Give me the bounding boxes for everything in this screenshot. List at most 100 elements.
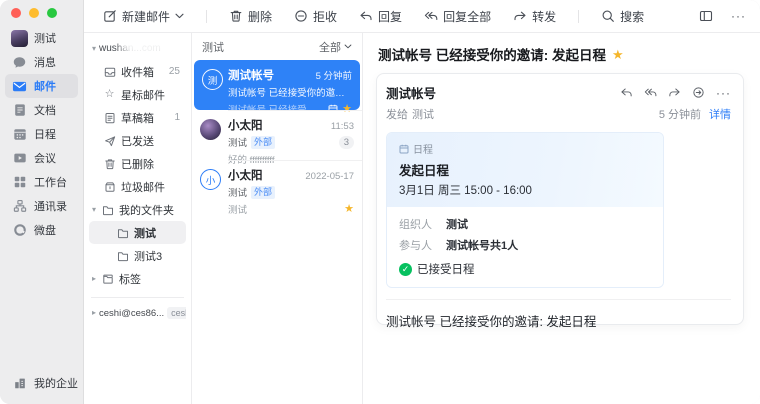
avatar — [200, 119, 221, 140]
sidebar-item-docs[interactable]: 文档 — [5, 98, 78, 122]
folder-panel: ▾ wushan...com 收件箱 25 ☆ 星标邮件 草稿箱 1 — [84, 33, 192, 404]
trash-icon — [229, 9, 243, 23]
avatar: 小 — [200, 169, 221, 190]
mail-list-item[interactable]: 小太阳 11:53 测试 外部 3 好的 ffffffffff — [192, 110, 362, 160]
star-outline-icon: ☆ — [103, 89, 116, 100]
organizer-label: 组织人 — [399, 216, 432, 232]
org-chart-icon — [11, 198, 28, 215]
account-tag-badge: ceshi — [167, 307, 186, 319]
mail-app-window: 测试 消息 邮件 文档 日程 — [0, 0, 760, 404]
mail-sender: 小太阳 — [228, 117, 263, 133]
reply-icon[interactable] — [620, 86, 633, 99]
forward-icon — [513, 9, 527, 23]
toolbar-divider — [578, 10, 579, 23]
folder-ceshi[interactable]: 测试 — [89, 221, 186, 244]
forward-icon[interactable] — [668, 86, 681, 99]
main-area: 新建邮件 删除 拒收 回复 回复全部 转发 — [84, 0, 760, 404]
grid-icon — [11, 174, 28, 191]
mail-snippet: 测试帐号 已经接受你的邀请: 发... — [228, 85, 352, 99]
to-recipient: 测试 — [412, 106, 434, 122]
toolbar-divider — [206, 10, 207, 23]
folder-deleted[interactable]: 已删除 — [89, 152, 186, 175]
reject-button[interactable]: 拒收 — [294, 8, 337, 25]
reply-button[interactable]: 回复 — [359, 8, 402, 25]
folder-junk[interactable]: 垃圾邮件 — [89, 175, 186, 198]
chevron-down-icon — [344, 44, 352, 49]
star-icon[interactable]: ★ — [344, 204, 354, 215]
reply-all-icon — [424, 9, 438, 23]
avatar: 测 — [202, 69, 223, 90]
external-account-row[interactable]: ▸ ceshi@ces86... ceshi — [89, 305, 186, 319]
event-calendar-icon — [399, 144, 409, 154]
video-camera-icon — [11, 150, 28, 167]
reply-all-icon[interactable] — [644, 86, 657, 99]
sidebar-item-calendar[interactable]: 日程 — [5, 122, 78, 146]
folder-inbox[interactable]: 收件箱 25 — [89, 60, 186, 83]
sidebar-item-drive[interactable]: 微盘 — [5, 218, 78, 242]
minimize-window-button[interactable] — [29, 8, 39, 18]
folder-labels[interactable]: ▸ 标签 — [89, 267, 186, 290]
layout-toggle-icon[interactable] — [699, 9, 713, 23]
message-sender: 测试帐号 — [386, 83, 436, 102]
document-icon — [11, 102, 28, 119]
participants-value: 测试帐号共1人 — [446, 237, 518, 253]
chevron-down-icon — [175, 13, 184, 19]
message-time: 5 分钟前 — [659, 106, 701, 122]
draft-icon — [103, 112, 116, 124]
event-status-text: 已接受日程 — [417, 261, 475, 277]
mail-time: 11:53 — [331, 121, 354, 132]
folder-my-folders[interactable]: ▾ 我的文件夹 — [89, 198, 186, 221]
detail-link[interactable]: 详情 — [709, 106, 731, 122]
external-account-address: ceshi@ces86... — [99, 308, 164, 319]
folder-drafts[interactable]: 草稿箱 1 — [89, 106, 186, 129]
delete-button[interactable]: 删除 — [229, 8, 272, 25]
folder-ceshi3[interactable]: 测试3 — [89, 244, 186, 267]
close-window-button[interactable] — [11, 8, 21, 18]
mail-icon — [11, 78, 28, 95]
schedule-icon[interactable] — [692, 86, 705, 99]
sidebar-item-meetings[interactable]: 会议 — [5, 146, 78, 170]
chat-bubble-icon — [11, 54, 28, 71]
sidebar-item-workspace[interactable]: 工作台 — [5, 170, 78, 194]
mail-toolbar: 新建邮件 删除 拒收 回复 回复全部 转发 — [84, 0, 760, 33]
forward-button[interactable]: 转发 — [513, 8, 556, 25]
sidebar-item-messages[interactable]: 消息 — [5, 50, 78, 74]
participants-label: 参与人 — [399, 237, 432, 253]
subject-star-icon[interactable]: ★ — [612, 48, 624, 61]
account-row[interactable]: ▾ wushan...com — [89, 41, 186, 60]
more-options-icon[interactable]: ··· — [731, 10, 746, 22]
list-filter-dropdown[interactable]: 全部 — [319, 39, 352, 55]
folder-sent[interactable]: 已发送 — [89, 129, 186, 152]
folder-starred[interactable]: ☆ 星标邮件 — [89, 83, 186, 106]
block-icon — [294, 9, 308, 23]
mail-subject: 测试帐号 已经接受你的邀请: 发起日程 ★ — [376, 44, 744, 64]
zoom-window-button[interactable] — [47, 8, 57, 18]
reply-all-button[interactable]: 回复全部 — [424, 8, 491, 25]
inbox-icon — [103, 66, 116, 78]
mail-list-header: 测试 全部 — [192, 33, 362, 60]
event-title: 发起日程 — [399, 160, 651, 179]
folder-icon — [116, 227, 129, 239]
content-area: ▾ wushan...com 收件箱 25 ☆ 星标邮件 草稿箱 1 — [84, 33, 760, 404]
message-more-icon[interactable]: ··· — [716, 87, 731, 99]
compose-button[interactable]: 新建邮件 — [103, 8, 184, 25]
calendar-icon — [11, 126, 28, 143]
thread-count-badge: 3 — [339, 136, 354, 149]
sidebar-item-label: 邮件 — [34, 78, 56, 94]
search-icon — [601, 9, 615, 23]
account-address: wushan...com — [99, 43, 161, 54]
caret-right-icon: ▸ — [92, 309, 96, 317]
sidebar-item-my-company[interactable]: 我的企业 — [5, 371, 78, 395]
sidebar-item-mail[interactable]: 邮件 — [5, 74, 78, 98]
mail-list-item[interactable]: 小 小太阳 2022-05-17 测试 外部 测试 ★ — [192, 160, 362, 210]
mail-list-item[interactable]: 测 测试帐号 5 分钟前 测试帐号 已经接受你的邀请: 发... 测试帐号 已经… — [194, 60, 360, 110]
trash-icon — [103, 158, 116, 170]
caret-right-icon: ▸ — [92, 275, 96, 283]
sidebar-item-profile[interactable]: 测试 — [5, 26, 78, 50]
calendar-event-card[interactable]: 日程 发起日程 3月1日 周三 15:00 - 16:00 组织人 测试 参 — [386, 132, 664, 288]
caret-down-icon: ▾ — [92, 45, 96, 53]
sidebar-item-label: 测试 — [34, 30, 56, 46]
search-button[interactable]: 搜索 — [601, 8, 644, 25]
sidebar-item-contacts[interactable]: 通讯录 — [5, 194, 78, 218]
sidebar-item-label: 我的企业 — [34, 375, 78, 391]
